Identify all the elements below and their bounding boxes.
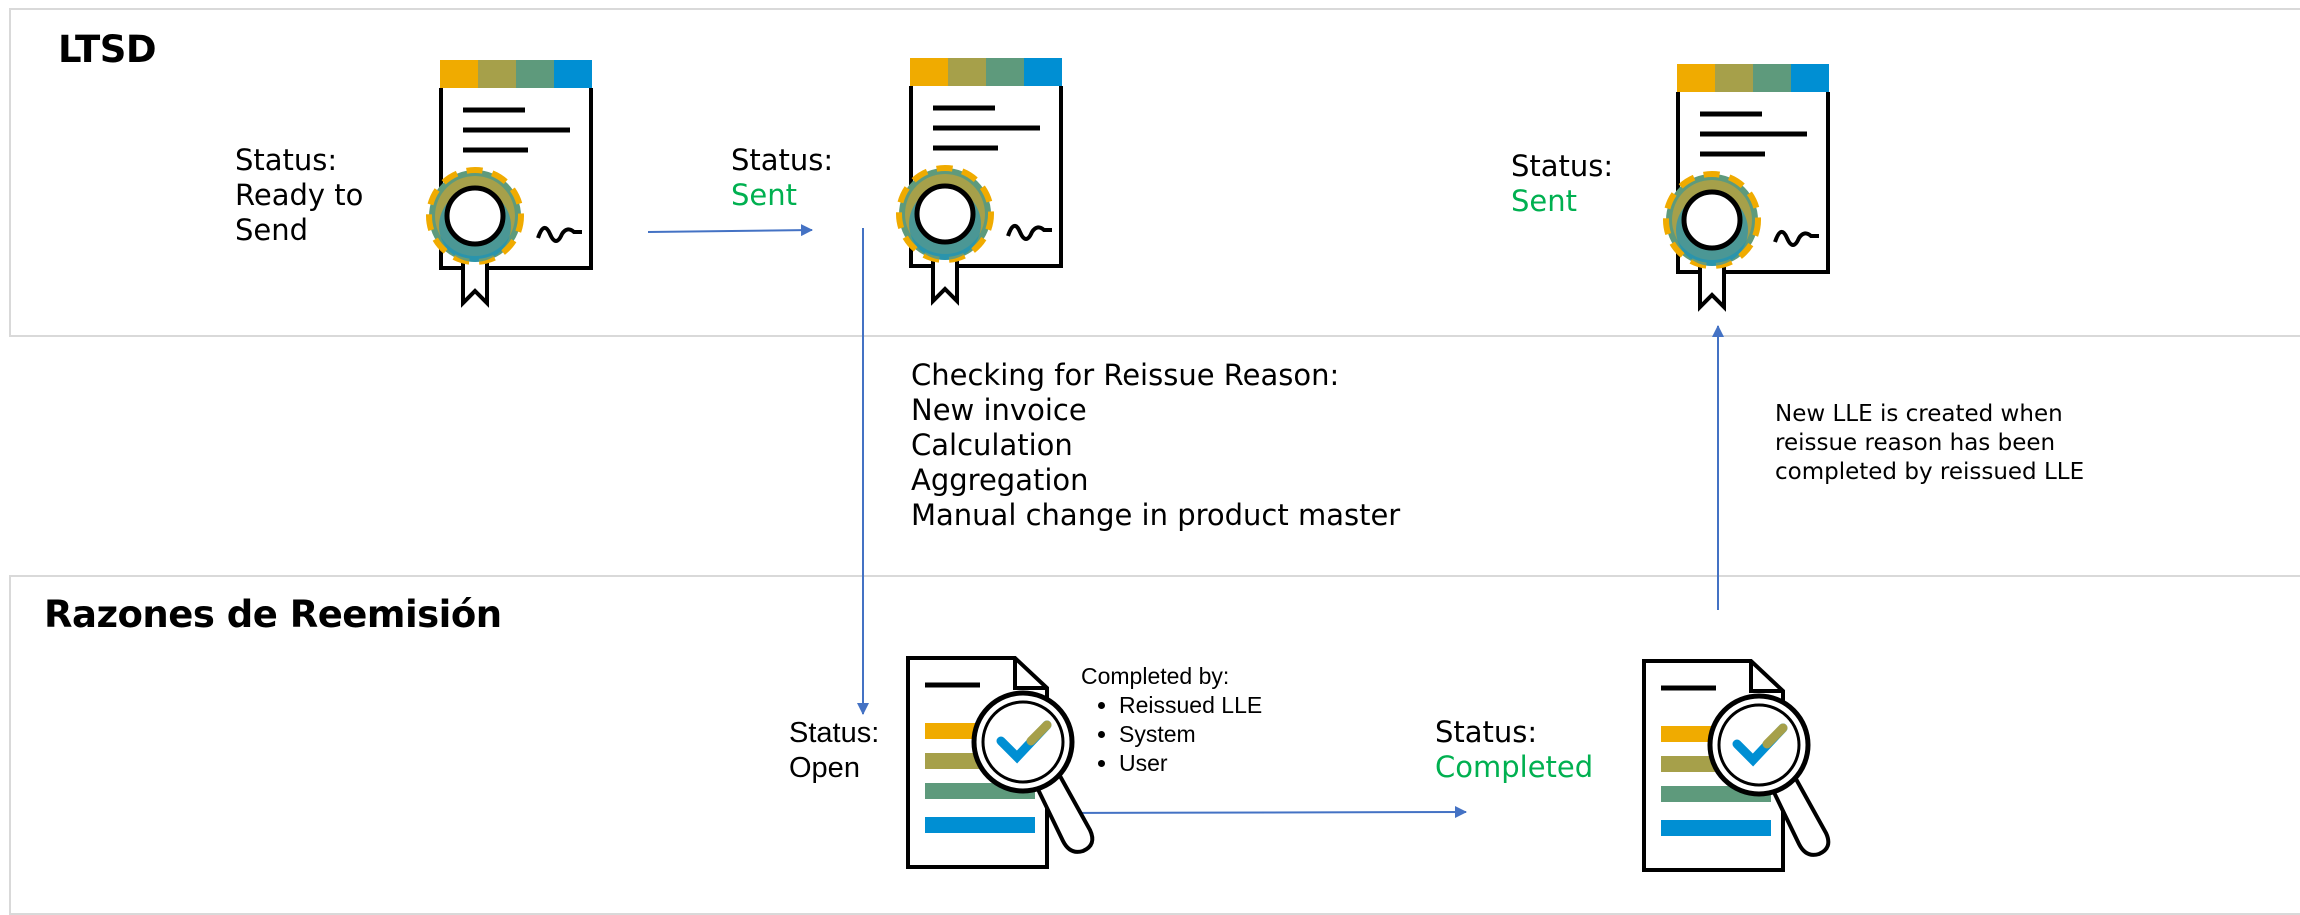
certificate-icon xyxy=(1663,64,1830,312)
certificate-icon xyxy=(896,58,1063,306)
status-completed: Status: Completed xyxy=(1435,715,1593,785)
completed-by-item: User xyxy=(1119,749,1262,778)
document-magnifier-icon xyxy=(906,656,1095,869)
certificate-icon xyxy=(426,60,593,308)
checking-heading: Checking for Reissue Reason: xyxy=(911,358,1340,392)
completed-by-heading: Completed by: xyxy=(1081,663,1230,689)
status-value: Open xyxy=(789,752,860,784)
new-lle-note: New LLE is created when reissue reason h… xyxy=(1775,400,2084,487)
completed-by-list: Completed by: Reissued LLE System User xyxy=(1081,662,1262,778)
status-label: Status: xyxy=(731,143,834,177)
completed-by-item: Reissued LLE xyxy=(1119,691,1262,720)
note-line: reissue reason has been xyxy=(1775,430,2056,456)
completed-by-item: System xyxy=(1119,720,1262,749)
status-label: Status: xyxy=(1511,149,1614,183)
status-value: Sent xyxy=(731,178,798,212)
checking-item: New invoice xyxy=(911,393,1087,427)
status-value: Ready to xyxy=(235,178,364,212)
status-sent-1: Status: Sent xyxy=(731,143,833,213)
arrow-ready-to-sent xyxy=(647,224,813,237)
status-value: Sent xyxy=(1511,184,1578,218)
note-line: completed by reissued LLE xyxy=(1775,459,2085,485)
checking-item: Calculation xyxy=(911,428,1073,462)
status-label: Status: xyxy=(789,717,880,749)
status-label: Status: xyxy=(1435,715,1538,749)
status-ready-to-send: Status: Ready to Send xyxy=(235,143,363,248)
checking-reissue-reason: Checking for Reissue Reason: New invoice… xyxy=(911,358,1400,533)
status-label: Status: xyxy=(235,143,338,177)
status-open: Status: Open xyxy=(789,716,879,786)
status-sent-2: Status: Sent xyxy=(1511,149,1613,219)
status-value: Completed xyxy=(1435,750,1594,784)
checking-item: Manual change in product master xyxy=(911,498,1401,532)
status-value: Send xyxy=(235,213,309,247)
note-line: New LLE is created when xyxy=(1775,401,2063,427)
checking-item: Aggregation xyxy=(911,463,1089,497)
document-magnifier-icon xyxy=(1642,659,1831,872)
arrow-open-to-completed xyxy=(1054,806,1467,819)
